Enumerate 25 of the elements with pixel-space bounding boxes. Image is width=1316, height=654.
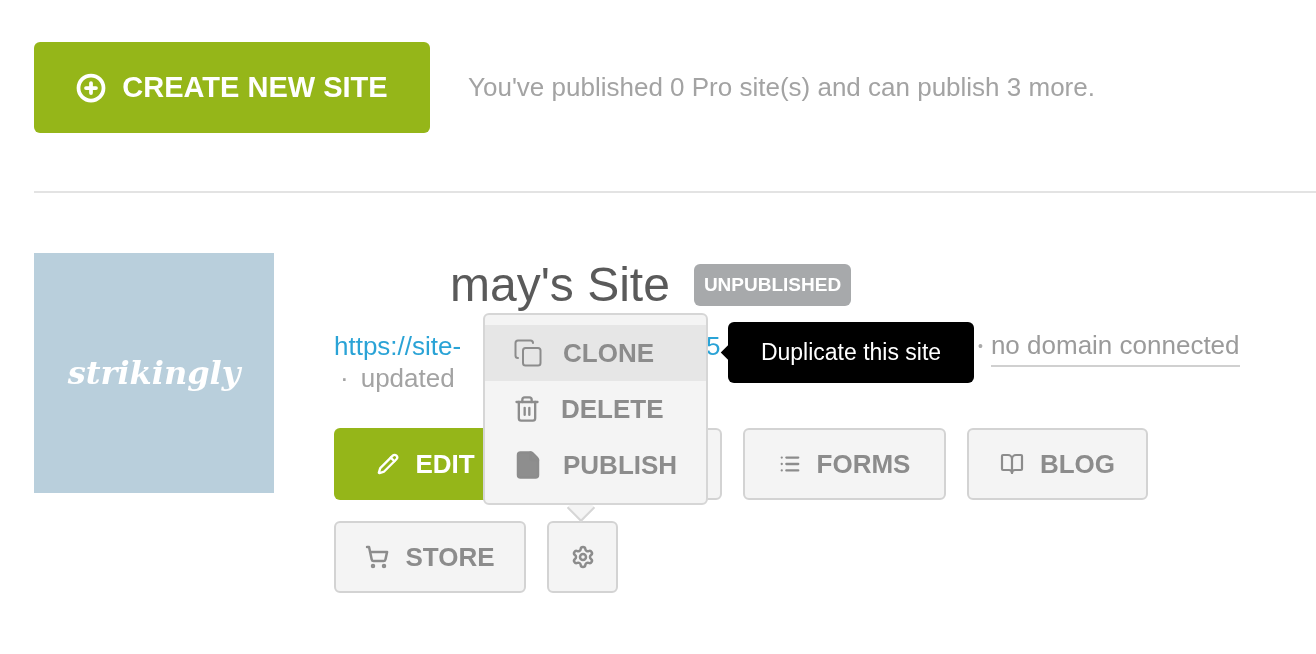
settings-icon (570, 545, 595, 569)
bullet: · (340, 361, 349, 395)
site-title: may's Site (450, 261, 670, 309)
updated-text: updated (360, 361, 455, 395)
domain-link[interactable]: no domain connected (990, 325, 1240, 367)
site-url[interactable]: https://site- (334, 330, 462, 361)
site-action-button[interactable]: FORMS (743, 428, 946, 500)
site-action-button[interactable]: BLOG (967, 428, 1148, 500)
site-action-button[interactable]: STORE (334, 521, 526, 593)
cart-icon (365, 545, 390, 569)
tooltip: Duplicate this site (728, 322, 974, 383)
menu-item[interactable]: CLONE (485, 325, 706, 381)
pencil-icon (377, 453, 400, 475)
book-icon (999, 452, 1024, 476)
thumbnail-logo: strikingly (67, 353, 241, 394)
settings-button[interactable] (547, 521, 618, 593)
create-site-button[interactable]: CREATE NEW SITE (34, 42, 430, 133)
plus-icon (76, 72, 107, 103)
list-icon (778, 453, 801, 475)
separator: • (978, 336, 983, 356)
quota-text: You've published 0 Pro site(s) and can publish 3 more. (468, 71, 1095, 104)
site-url[interactable]: 5 (706, 330, 721, 361)
trash-icon (513, 395, 541, 423)
status-badge: UNPUBLISHED (693, 263, 852, 307)
copy-icon (513, 338, 543, 368)
